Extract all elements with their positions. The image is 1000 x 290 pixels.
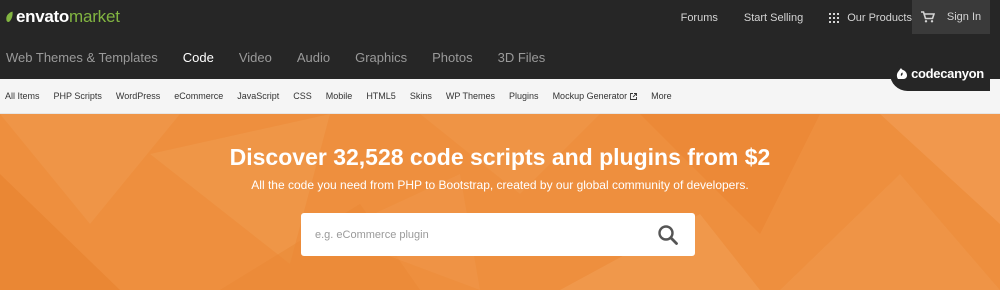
category-graphics[interactable]: Graphics <box>355 50 407 65</box>
subnav-wordpress[interactable]: WordPress <box>116 91 160 101</box>
subnav-plugins[interactable]: Plugins <box>509 91 539 101</box>
subnav-php-scripts[interactable]: PHP Scripts <box>54 91 102 101</box>
codecanyon-icon <box>896 68 908 79</box>
envato-market-logo[interactable]: envato market <box>5 6 120 28</box>
external-link-icon <box>630 92 638 100</box>
hero-banner: Discover 32,528 code scripts and plugins… <box>0 114 1000 290</box>
category-3d-files[interactable]: 3D Files <box>498 50 546 65</box>
grid-icon <box>829 13 840 23</box>
codecanyon-badge[interactable]: codecanyon <box>890 56 990 91</box>
subnav-mobile[interactable]: Mobile <box>326 91 353 101</box>
search-icon[interactable] <box>657 224 679 246</box>
logo-sub-text: market <box>69 7 120 26</box>
subnav-mockup-generator[interactable]: Mockup Generator <box>553 91 638 101</box>
subnav-css[interactable]: CSS <box>293 91 312 101</box>
subnav-skins[interactable]: Skins <box>410 91 432 101</box>
mockup-generator-label: Mockup Generator <box>552 91 628 101</box>
start-selling-link[interactable]: Start Selling <box>744 12 803 24</box>
subnav-wp-themes[interactable]: WP Themes <box>446 91 495 101</box>
logo-main-text: envato <box>16 7 69 26</box>
category-web-themes[interactable]: Web Themes & Templates <box>6 50 158 65</box>
codecanyon-label: codecanyon <box>911 66 984 81</box>
our-products-menu[interactable]: Our Products <box>829 12 912 24</box>
leaf-icon <box>6 11 13 23</box>
subnav-all-items[interactable]: All Items <box>5 91 40 101</box>
category-photos[interactable]: Photos <box>432 50 472 65</box>
category-audio[interactable]: Audio <box>297 50 330 65</box>
subnav-html5[interactable]: HTML5 <box>366 91 396 101</box>
search-box <box>301 213 695 256</box>
category-code[interactable]: Code <box>183 50 214 65</box>
subnav-javascript[interactable]: JavaScript <box>237 91 279 101</box>
our-products-label: Our Products <box>847 12 912 24</box>
top-bar: envato market Forums Start Selling Our P… <box>0 0 1000 36</box>
subnav-ecommerce[interactable]: eCommerce <box>174 91 223 101</box>
hero-subtitle: All the code you need from PHP to Bootst… <box>251 178 749 192</box>
cart-icon <box>920 11 935 23</box>
sign-in-label: Sign In <box>946 11 982 23</box>
hero-background-pattern <box>0 114 1000 290</box>
category-nav: Web Themes & Templates Code Video Audio … <box>0 36 1000 79</box>
subnav-more[interactable]: More <box>651 91 672 101</box>
search-input[interactable] <box>301 213 641 256</box>
sub-nav: All Items PHP Scripts WordPress eCommerc… <box>0 79 1000 114</box>
top-nav: Forums Start Selling Our Products <box>681 0 912 36</box>
sign-in-button[interactable]: Sign In <box>912 0 990 34</box>
forums-link[interactable]: Forums <box>681 12 718 24</box>
hero-title: Discover 32,528 code scripts and plugins… <box>229 144 771 170</box>
category-video[interactable]: Video <box>239 50 272 65</box>
